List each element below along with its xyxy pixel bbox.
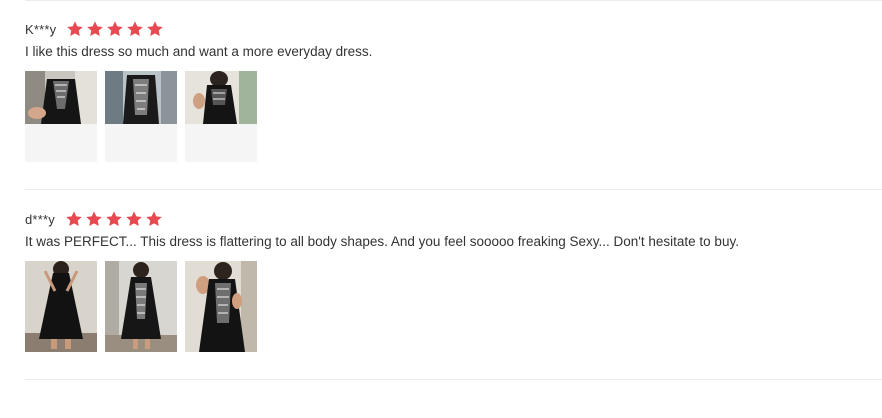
dress-photo-icon (105, 261, 177, 352)
dress-photo-icon (25, 71, 97, 162)
review-photo[interactable] (25, 71, 97, 162)
review-text: I like this dress so much and want a mor… (25, 44, 373, 59)
review-header: d***y (25, 208, 882, 230)
star-rating (65, 210, 163, 228)
dress-photo-icon (185, 71, 257, 162)
star-icon (147, 21, 164, 37)
review-photo[interactable] (105, 71, 177, 162)
review-photo[interactable] (185, 261, 257, 352)
review-photo[interactable] (105, 261, 177, 352)
star-icon (146, 211, 162, 227)
review-divider (25, 379, 882, 380)
review-item: d***y It was PERFECT... This dress is fl… (25, 208, 882, 352)
top-divider (25, 0, 882, 1)
reviews-list: K***y I like this dress so much and want… (0, 0, 882, 418)
dress-photo-icon (185, 261, 257, 352)
reviewer-name: d***y (25, 211, 55, 227)
star-icon (87, 21, 104, 37)
review-photo[interactable] (25, 261, 97, 352)
review-photos (25, 261, 882, 352)
star-icon (127, 21, 144, 37)
star-icon (86, 211, 102, 227)
review-header: K***y (25, 18, 882, 40)
star-rating (66, 20, 164, 38)
reviewer-name: K***y (25, 21, 57, 37)
review-text: It was PERFECT... This dress is flatteri… (25, 234, 739, 249)
star-icon (106, 211, 122, 227)
dress-photo-icon (25, 261, 97, 352)
review-photo[interactable] (185, 71, 257, 162)
star-icon (107, 21, 124, 37)
star-icon (67, 21, 84, 37)
star-icon (126, 211, 142, 227)
star-icon (66, 211, 82, 227)
review-divider (25, 189, 882, 190)
review-item: K***y I like this dress so much and want… (25, 18, 882, 162)
review-photos (25, 71, 882, 162)
dress-photo-icon (105, 71, 177, 162)
